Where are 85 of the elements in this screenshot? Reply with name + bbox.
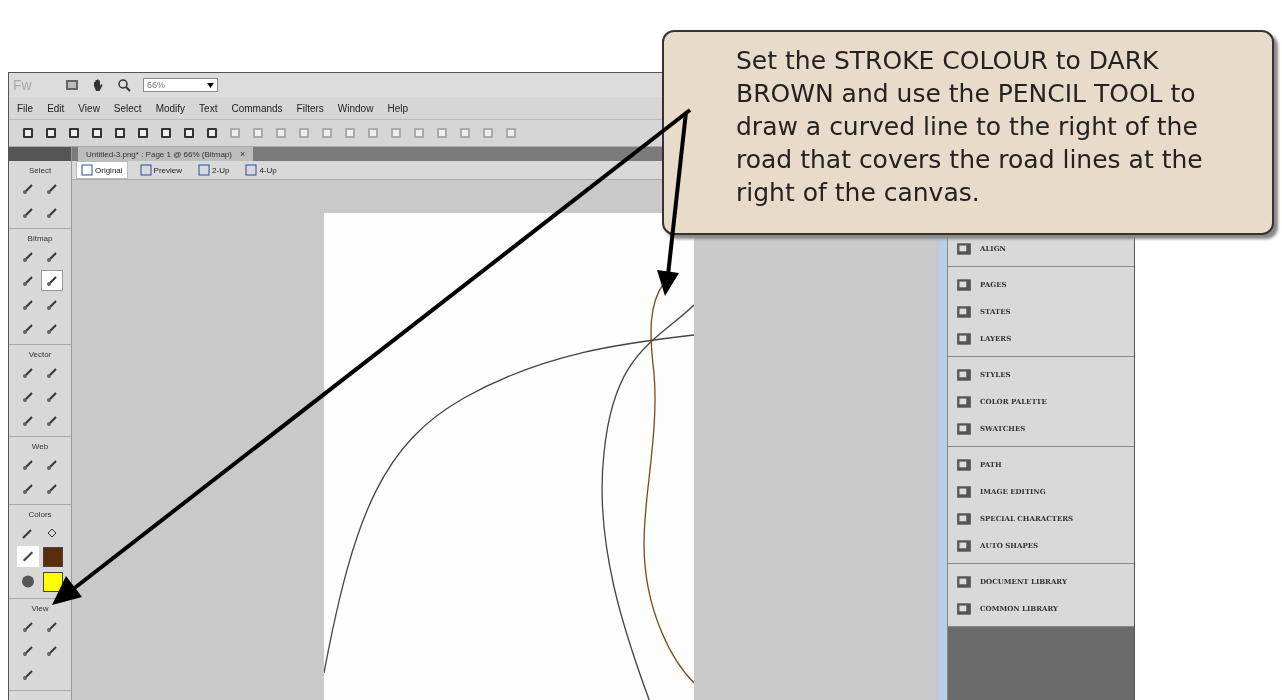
tool-icon <box>45 273 59 288</box>
tool-icon <box>21 481 35 496</box>
tool-icon <box>45 643 59 658</box>
tool-section-title: Colors <box>28 510 52 519</box>
panel-icon <box>956 330 972 347</box>
panel-icon <box>956 456 972 473</box>
tool-icon <box>45 249 59 264</box>
menu-item[interactable]: Window <box>337 102 374 114</box>
document-tab[interactable]: Untitled-3.png* : Page 1 @ 66% (Bitmap) × <box>78 147 254 161</box>
view-icon <box>139 164 152 176</box>
view-tab[interactable]: 2-Up <box>194 162 234 178</box>
tool-icon <box>45 457 59 472</box>
tool-icon <box>45 481 59 496</box>
tool-section-title: Web <box>31 442 49 451</box>
panel-icon <box>956 366 972 383</box>
view-icon <box>81 164 93 176</box>
tool-icon <box>21 457 35 472</box>
tool-icon <box>45 205 59 220</box>
menu-item[interactable]: Commands <box>231 102 283 114</box>
menu-item[interactable]: Edit <box>47 102 65 114</box>
tool-icon <box>45 365 59 380</box>
tool-icon <box>21 273 35 288</box>
pencil-icon <box>17 546 39 567</box>
tool-button[interactable] <box>41 270 63 291</box>
tool-icon <box>21 181 35 196</box>
tool-icon <box>21 321 35 336</box>
close-tab-button[interactable]: × <box>240 149 246 159</box>
tool-icon <box>21 413 35 428</box>
menu-item[interactable]: Help <box>387 102 408 114</box>
toolbar-icon[interactable] <box>21 126 35 140</box>
panel-icon <box>956 600 972 617</box>
tool-icon <box>21 249 35 264</box>
panel-icon <box>956 420 972 437</box>
caret-icon <box>207 82 214 88</box>
toolbar-icon[interactable] <box>90 126 104 140</box>
tool-icon <box>21 619 35 634</box>
zoom-dropdown[interactable]: 66% <box>143 78 218 92</box>
menu-item[interactable]: Select <box>113 102 142 114</box>
toolbar-icon[interactable] <box>44 126 58 140</box>
color-swatch[interactable] <box>43 547 63 567</box>
panel-icon <box>956 483 972 500</box>
menu-item[interactable]: Filters <box>296 102 324 114</box>
color-swatch[interactable] <box>43 572 63 592</box>
panel-icon <box>956 573 972 590</box>
tool-section-title: View <box>31 604 49 613</box>
panel-icon <box>956 537 972 554</box>
menu-item[interactable]: View <box>78 102 100 114</box>
panel-icon <box>956 303 972 320</box>
toolbar-icon[interactable] <box>136 126 150 140</box>
menu-item[interactable]: File <box>17 102 34 114</box>
toolbar-icon[interactable] <box>67 126 81 140</box>
menu-item[interactable]: Modify <box>155 102 186 114</box>
toolbar-icon[interactable] <box>113 126 127 140</box>
tool-section-title: Bitmap <box>27 234 53 243</box>
tool-icon <box>21 205 35 220</box>
view-tab[interactable]: Preview <box>135 162 187 178</box>
zoom-icon[interactable] <box>117 78 131 92</box>
tool-icon <box>45 413 59 428</box>
tool-section-title: Vector <box>28 350 52 359</box>
hand-icon[interactable] <box>91 78 105 92</box>
tool-icon <box>45 297 59 312</box>
toolbar-icon[interactable] <box>205 126 219 140</box>
view-tab[interactable]: 4-Up <box>241 162 281 178</box>
view-icon <box>245 164 258 176</box>
tool-icon <box>45 619 59 634</box>
view-icon <box>198 164 211 176</box>
panel-icon <box>956 510 972 527</box>
tool-icon <box>21 365 35 380</box>
tool-icon <box>21 297 35 312</box>
panel-icon <box>956 393 972 410</box>
panel-icon <box>956 240 972 257</box>
tool-icon <box>45 181 59 196</box>
tool-icon <box>45 389 59 404</box>
toolbar-icon[interactable] <box>159 126 173 140</box>
panel-icon <box>956 276 972 293</box>
tool-icon <box>21 667 35 682</box>
tool-icon <box>21 643 35 658</box>
menu-item[interactable]: Text <box>199 102 218 114</box>
tool-section-title: Select <box>28 166 52 175</box>
tool-icon <box>21 389 35 404</box>
tool-icon <box>45 321 59 336</box>
screen-mode-icon[interactable] <box>65 78 79 92</box>
view-tab[interactable]: Original <box>76 161 128 179</box>
toolbar-icon[interactable] <box>182 126 196 140</box>
instruction-text: Set the STROKE COLOUR to DARK BROWN and use the PENCIL TOOL to draw a curved line to the right of the road that covers the road lines at the right of the canvas. <box>736 46 1203 207</box>
